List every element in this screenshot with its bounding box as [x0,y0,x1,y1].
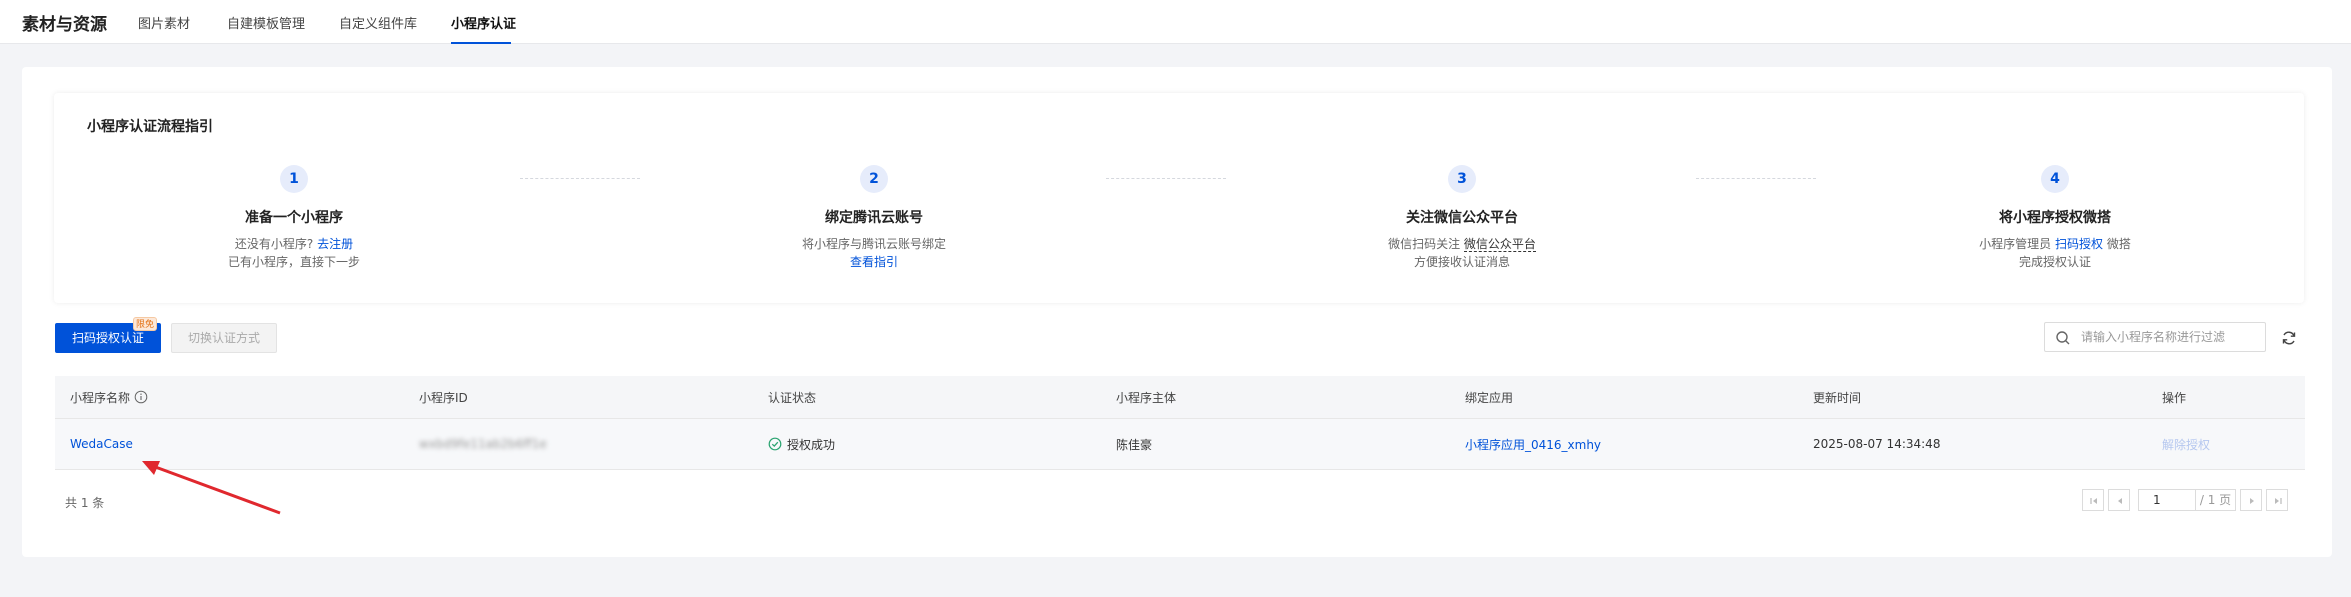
prev-page-button[interactable] [2108,489,2130,511]
guide-title: 小程序认证流程指引 [87,119,213,135]
status-text: 授权成功 [787,437,836,452]
free-badge: 限免 [133,317,157,331]
step-title: 将小程序授权微搭 [1999,210,2111,226]
info-icon[interactable] [134,390,148,404]
active-tab-indicator [451,42,511,44]
step-title: 绑定腾讯云账号 [825,210,923,226]
step-number: 2 [860,165,888,193]
step-text: 方便接收认证消息 [1413,255,1510,269]
total-count: 共 1 条 [65,496,105,510]
last-page-icon [2275,498,2282,504]
step-4: 4 将小程序授权微搭 小程序管理员 扫码授权 微搭 完成授权认证 [1905,165,2205,271]
column-header-id: 小程序ID [419,390,468,405]
step-description: 还没有小程序? 去注册 已有小程序，直接下一步 [144,235,444,271]
step-text: 还没有小程序? [234,237,314,251]
first-page-icon [2090,498,2097,504]
step-connector [520,178,640,179]
last-page-button[interactable] [2266,489,2288,511]
tab-image-assets[interactable]: 图片素材 [138,13,190,32]
step-title: 关注微信公众平台 [1406,210,1518,226]
step-connector [1696,178,1816,179]
step-description: 将小程序与腾讯云账号绑定 查看指引 [724,235,1024,271]
column-header-name: 小程序名称 [70,376,148,418]
step-text: 小程序管理员 [1979,237,2052,251]
step-text: 已有小程序，直接下一步 [227,255,360,269]
step-number: 3 [1448,165,1476,193]
updated-time: 2025-08-07 14:34:48 [1813,437,1941,451]
step-description: 微信扫码关注 微信公众平台 方便接收认证消息 [1312,235,1612,271]
column-header-app: 绑定应用 [1465,390,1514,405]
step-text: 将小程序与腾讯云账号绑定 [801,237,946,251]
step-text: 微搭 [2106,237,2131,251]
wechat-platform-link[interactable]: 微信公众平台 [1463,237,1536,252]
step-3: 3 关注微信公众平台 微信扫码关注 微信公众平台 方便接收认证消息 [1312,165,1612,271]
next-page-button[interactable] [2240,489,2262,511]
column-header-action: 操作 [2162,390,2187,405]
step-2: 2 绑定腾讯云账号 将小程序与腾讯云账号绑定 查看指引 [724,165,1024,271]
column-header-owner: 小程序主体 [1116,390,1177,405]
table-header: 小程序名称 小程序ID 认证状态 小程序主体 绑定应用 更新时间 操作 [55,376,2305,419]
step-connector [1106,178,1226,179]
scan-authorize-link[interactable]: 扫码授权 [2055,237,2103,251]
miniprogram-id: wxbd9fe11ab2b6ff1e [419,437,547,451]
next-page-icon [2250,498,2254,504]
view-guide-link[interactable]: 查看指引 [850,255,898,269]
annotation-arrow-icon [142,461,281,515]
page-number-input[interactable]: 1 [2138,489,2196,511]
step-number: 4 [2041,165,2069,193]
bound-app-link[interactable]: 小程序应用_0416_xmhy [1465,419,1601,469]
step-title: 准备一个小程序 [245,210,343,226]
page-title: 素材与资源 [22,15,107,35]
tab-template-management[interactable]: 自建模板管理 [227,13,305,32]
top-nav: 素材与资源 图片素材 自建模板管理 自定义组件库 小程序认证 [0,0,2351,44]
refresh-icon[interactable] [2281,330,2297,346]
tab-custom-components[interactable]: 自定义组件库 [339,13,417,32]
search-icon [2056,331,2070,345]
step-text: 完成授权认证 [2018,255,2091,269]
tab-miniprogram-auth[interactable]: 小程序认证 [451,13,516,32]
column-header-updated: 更新时间 [1813,390,1862,405]
miniprogram-name-link[interactable]: WedaCase [70,419,133,469]
search-box[interactable] [2044,322,2266,352]
step-number: 1 [280,165,308,193]
column-header-status: 认证状态 [768,390,817,405]
first-page-button[interactable] [2082,489,2104,511]
page-total: / 1 页 [2196,489,2236,511]
miniprogram-table: 小程序名称 小程序ID 认证状态 小程序主体 绑定应用 更新时间 操作 Weda… [55,376,2305,470]
pagination: 1 / 1 页 [2078,488,2288,512]
register-link[interactable]: 去注册 [317,237,353,251]
step-text: 微信扫码关注 [1388,237,1461,251]
step-description: 小程序管理员 扫码授权 微搭 完成授权认证 [1905,235,2205,271]
revoke-auth-button[interactable]: 解除授权 [2162,419,2210,469]
miniprogram-owner: 陈佳豪 [1116,437,1153,452]
switch-auth-button[interactable]: 切换认证方式 [171,323,277,353]
table-row: WedaCase wxbd9fe11ab2b6ff1e 授权成功 陈佳豪 小程序… [55,419,2305,470]
search-input[interactable] [2081,328,2261,346]
success-check-icon [768,437,782,451]
step-1: 1 准备一个小程序 还没有小程序? 去注册 已有小程序，直接下一步 [144,165,444,271]
auth-status: 授权成功 [768,419,835,469]
prev-page-icon [2118,498,2122,504]
